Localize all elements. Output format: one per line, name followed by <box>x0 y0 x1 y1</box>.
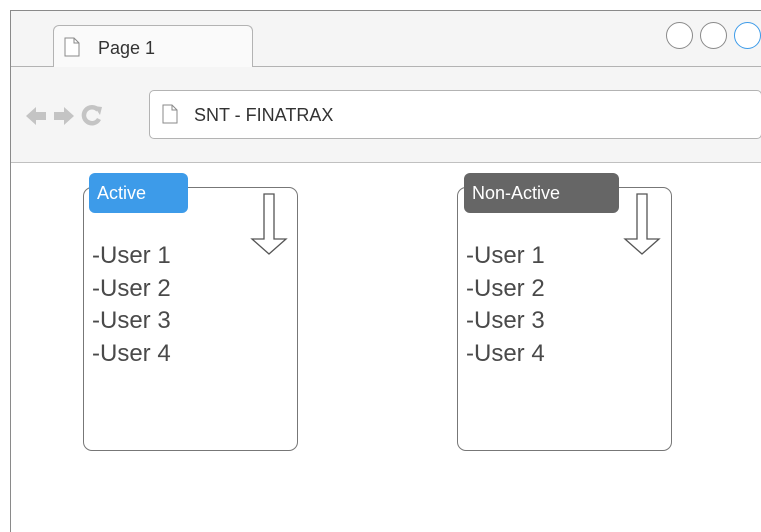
browser-toolbar: SNT - FINATRAX <box>11 67 761 163</box>
dropdown-arrow-icon[interactable] <box>250 193 288 255</box>
page-icon <box>162 104 178 124</box>
tab-label: Page 1 <box>98 38 156 58</box>
non-active-user-list: -User 1 -User 2 -User 3 -User 4 <box>466 240 545 370</box>
back-arrow-icon[interactable] <box>25 105 47 127</box>
active-label: Active <box>89 173 188 213</box>
list-item[interactable]: -User 1 <box>466 240 545 273</box>
address-bar[interactable]: SNT - FINATRAX <box>149 90 761 139</box>
tab-page-1[interactable]: Page 1 <box>53 25 253 68</box>
list-item[interactable]: -User 4 <box>466 338 545 371</box>
window-button-minimize[interactable] <box>700 22 727 49</box>
list-item[interactable]: -User 3 <box>466 305 545 338</box>
non-active-label: Non-Active <box>464 173 619 213</box>
tab-bar: Page 1 <box>11 11 761 68</box>
window-controls <box>666 21 761 51</box>
window-button-maximize[interactable] <box>734 22 761 49</box>
dropdown-arrow-icon[interactable] <box>623 193 661 255</box>
window-button-close[interactable] <box>666 22 693 49</box>
address-text: SNT - FINATRAX <box>194 105 334 125</box>
list-item[interactable]: -User 2 <box>466 273 545 306</box>
page-icon <box>64 37 80 57</box>
active-user-list: -User 1 -User 2 -User 3 -User 4 <box>92 240 171 370</box>
list-item[interactable]: -User 4 <box>92 338 171 371</box>
list-item[interactable]: -User 2 <box>92 273 171 306</box>
reload-icon[interactable] <box>81 104 103 126</box>
list-item[interactable]: -User 1 <box>92 240 171 273</box>
list-item[interactable]: -User 3 <box>92 305 171 338</box>
forward-arrow-icon[interactable] <box>53 105 75 127</box>
